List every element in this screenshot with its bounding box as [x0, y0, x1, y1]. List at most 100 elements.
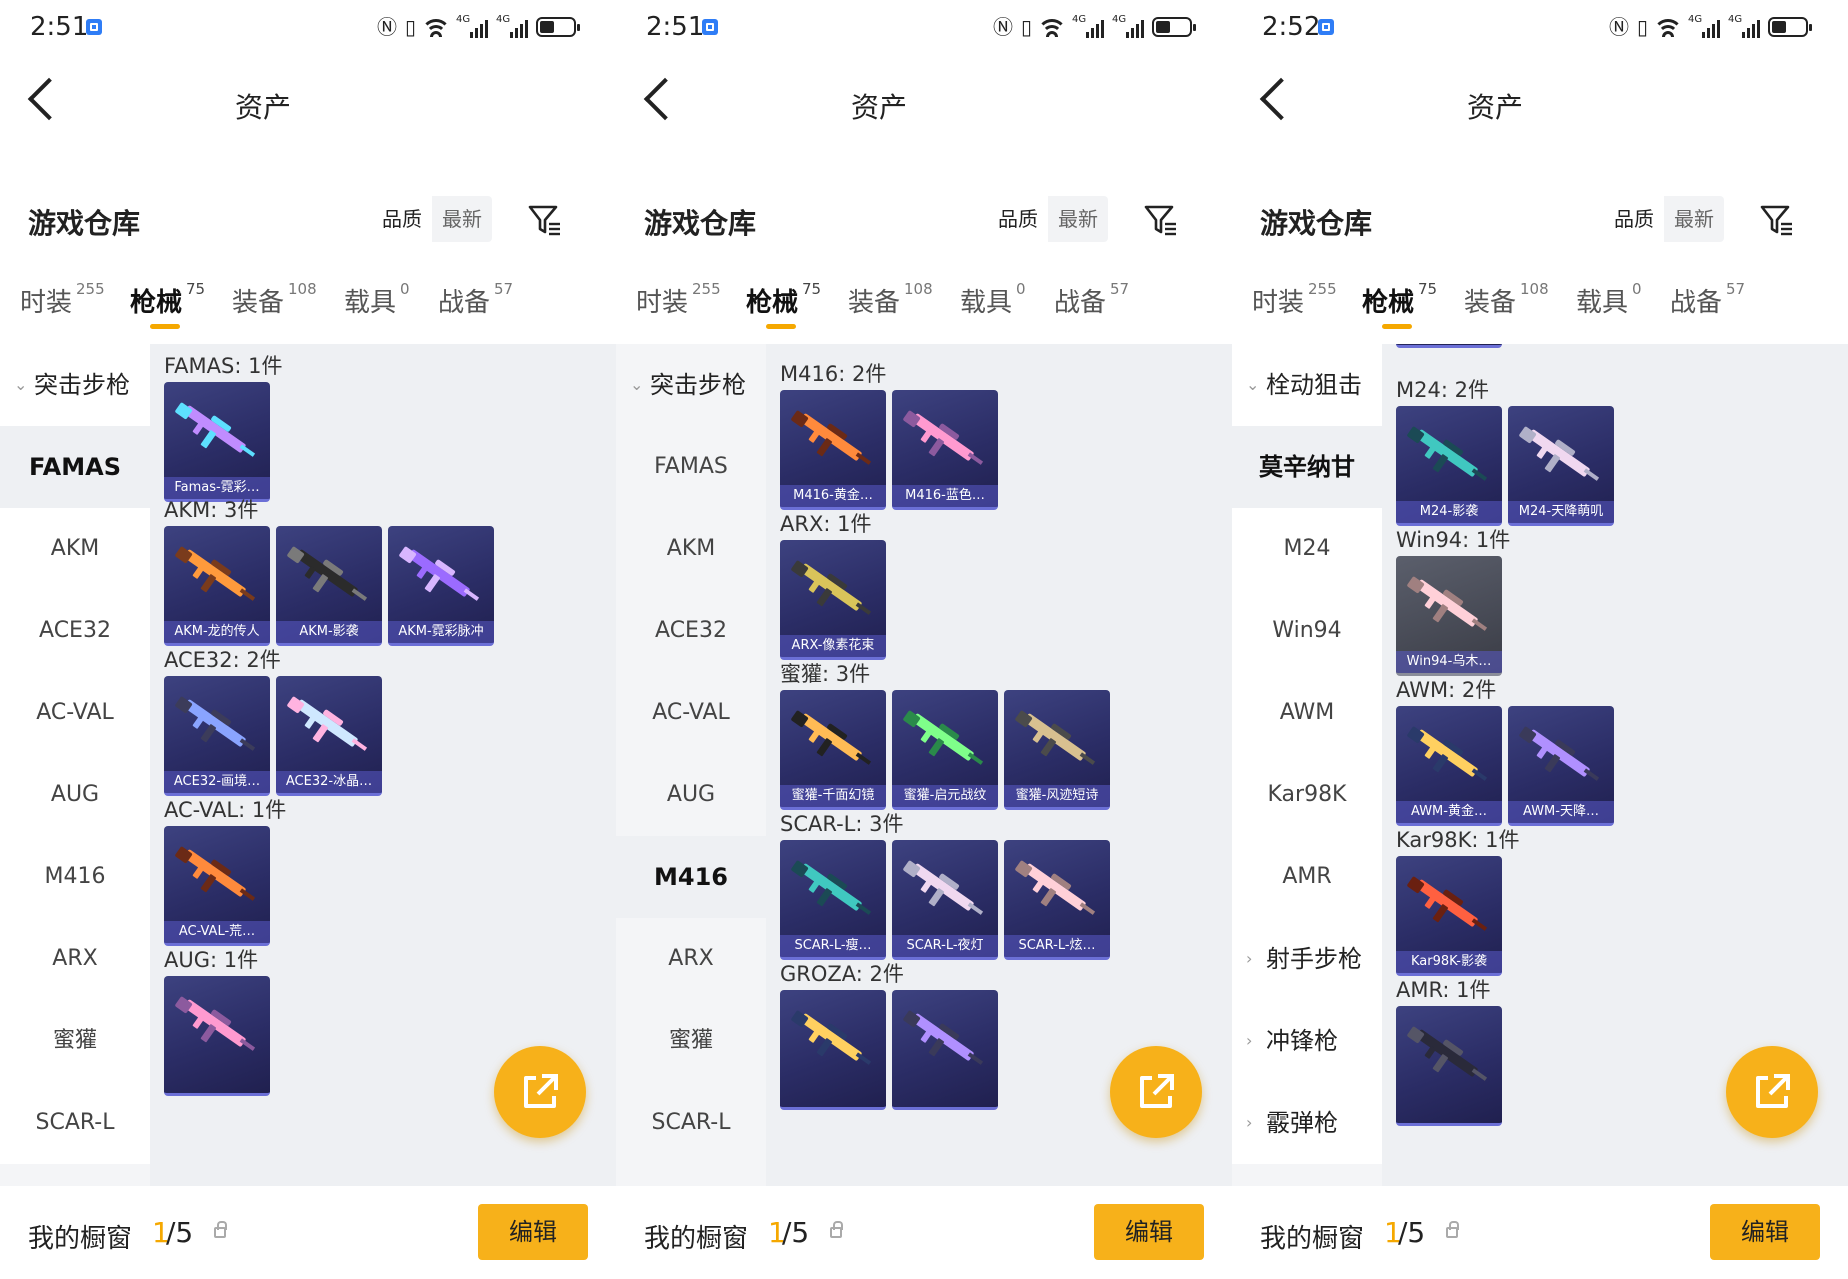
tab-2[interactable]: 装备 108 — [232, 280, 317, 319]
sidebar-item[interactable]: M416 — [616, 836, 766, 918]
weapon-card[interactable]: M416-黄金… — [780, 390, 886, 510]
sidebar-item[interactable]: AC-VAL — [0, 672, 150, 754]
sort-quality-button[interactable]: 品质 — [372, 196, 432, 242]
weapon-card[interactable]: M416-蓝色… — [892, 390, 998, 510]
sidebar-item[interactable]: ⌄ 突击步枪 — [0, 344, 150, 426]
edit-button[interactable]: 编辑 — [478, 1204, 588, 1260]
system-icons: Ⓝ ▯ 4G 4G — [377, 14, 580, 40]
weapon-card[interactable] — [780, 990, 886, 1110]
tab-0[interactable]: 时装 255 — [1252, 280, 1337, 319]
sidebar-item[interactable]: AC-VAL — [616, 672, 766, 754]
section-title: ARX: 1件 — [780, 512, 872, 536]
sidebar-item[interactable]: ACE32 — [0, 590, 150, 672]
sidebar-item[interactable]: AWM — [1232, 672, 1382, 754]
status-bar: 2:51 Ⓝ ▯ 4G 4G — [616, 0, 1232, 56]
sidebar-item[interactable]: SCAR-L — [0, 1082, 150, 1164]
tab-3[interactable]: 载具 0 — [344, 280, 410, 319]
screen-2: 2:51 Ⓝ ▯ 4G 4G 资产 游戏仓库 品质 最新 时装 255 枪械 75 装备 108 载具 0 战备 5… — [616, 0, 1232, 1279]
sort-quality-button[interactable]: 品质 — [988, 196, 1048, 242]
share-button[interactable] — [1110, 1046, 1202, 1138]
weapon-card[interactable]: SCAR-L-炫… — [1004, 840, 1110, 960]
weapon-card[interactable] — [1396, 344, 1502, 348]
weapon-name: 蜜獾-千面幻镜 — [780, 785, 886, 807]
sidebar-item[interactable]: ARX — [616, 918, 766, 1000]
tab-2[interactable]: 装备 108 — [1464, 280, 1549, 319]
weapon-card[interactable]: SCAR-L-夜灯 — [892, 840, 998, 960]
sidebar-item[interactable]: › 冲锋枪 — [1232, 1000, 1382, 1082]
sidebar-item[interactable]: 蜜獾 — [0, 1000, 150, 1082]
sidebar-item[interactable]: M416 — [0, 836, 150, 918]
sort-quality-button[interactable]: 品质 — [1604, 196, 1664, 242]
sidebar-item[interactable]: AMR — [1232, 836, 1382, 918]
sidebar-item[interactable]: 莫辛纳甘 — [1232, 426, 1382, 508]
sidebar-item[interactable]: 蜜獾 — [616, 1000, 766, 1082]
tab-count: 255 — [692, 280, 721, 298]
sidebar-item[interactable]: AUG — [616, 754, 766, 836]
weapon-card[interactable]: Famas-霓彩… — [164, 382, 270, 502]
weapon-card[interactable] — [164, 976, 270, 1096]
weapon-card[interactable]: ACE32-画境… — [164, 676, 270, 796]
weapon-card[interactable]: Kar98K-影袭 — [1396, 856, 1502, 976]
sidebar-item[interactable]: FAMAS — [616, 426, 766, 508]
tab-4[interactable]: 战备 57 — [1054, 280, 1129, 319]
weapon-card[interactable]: ACE32-冰晶… — [276, 676, 382, 796]
weapon-card[interactable]: M24-影袭 — [1396, 406, 1502, 526]
sort-latest-button[interactable]: 最新 — [1664, 196, 1724, 242]
weapon-card[interactable] — [1396, 1006, 1502, 1126]
weapon-card[interactable]: AKM-影袭 — [276, 526, 382, 646]
sidebar-item[interactable]: Kar98K — [1232, 754, 1382, 836]
tab-1[interactable]: 枪械 75 — [746, 280, 821, 319]
sidebar-item[interactable]: Win94 — [1232, 590, 1382, 672]
weapon-card[interactable]: AWM-黄金… — [1396, 706, 1502, 826]
sidebar-item[interactable]: ⌄ 突击步枪 — [616, 344, 766, 426]
sidebar-item[interactable]: M24 — [1232, 508, 1382, 590]
nfc-icon: Ⓝ — [992, 15, 1013, 39]
showcase-label: 我的橱窗 — [644, 1224, 749, 1254]
filter-icon[interactable] — [528, 204, 560, 236]
weapon-card[interactable]: AKM-龙的传人 — [164, 526, 270, 646]
share-button[interactable] — [494, 1046, 586, 1138]
weapon-card[interactable]: 蜜獾-千面幻镜 — [780, 690, 886, 810]
weapon-card[interactable]: AKM-霓彩脉冲 — [388, 526, 494, 646]
sidebar-item[interactable]: AKM — [0, 508, 150, 590]
sort-latest-button[interactable]: 最新 — [1048, 196, 1108, 242]
weapon-card[interactable]: ARX-像素花束 — [780, 540, 886, 660]
filter-icon[interactable] — [1144, 204, 1176, 236]
chevron-down-icon: ⌄ — [1246, 375, 1260, 394]
tab-1[interactable]: 枪械 75 — [130, 280, 205, 319]
sidebar-item[interactable]: ARX — [0, 918, 150, 1000]
weapon-card[interactable]: 蜜獾-启元战纹 — [892, 690, 998, 810]
edit-button[interactable]: 编辑 — [1094, 1204, 1204, 1260]
tab-3[interactable]: 载具 0 — [960, 280, 1026, 319]
sidebar-item[interactable]: FAMAS — [0, 426, 150, 508]
edit-button[interactable]: 编辑 — [1710, 1204, 1820, 1260]
sidebar-item[interactable]: SCAR-L — [616, 1082, 766, 1164]
tab-2[interactable]: 装备 108 — [848, 280, 933, 319]
weapon-sidebar: ⌄ 突击步枪 FAMAS AKM ACE32 AC-VAL AUG M416 ARX 蜜獾 SCAR… — [0, 344, 150, 1186]
weapon-card[interactable]: AWM-天降… — [1508, 706, 1614, 826]
weapon-card[interactable]: AC-VAL-荒… — [164, 826, 270, 946]
tab-1[interactable]: 枪械 75 — [1362, 280, 1437, 319]
tab-0[interactable]: 时装 255 — [636, 280, 721, 319]
sidebar-item[interactable]: AUG — [0, 754, 150, 836]
share-button[interactable] — [1726, 1046, 1818, 1138]
weapon-name: 蜜獾-风迹短诗 — [1004, 785, 1110, 807]
sidebar-item[interactable]: › 射手步枪 — [1232, 918, 1382, 1000]
sidebar-item[interactable]: › 霰弹枪 — [1232, 1082, 1382, 1164]
weapon-card[interactable] — [892, 990, 998, 1110]
filter-icon[interactable] — [1760, 204, 1792, 236]
tab-3[interactable]: 载具 0 — [1576, 280, 1642, 319]
weapon-card[interactable]: 蜜獾-风迹短诗 — [1004, 690, 1110, 810]
sort-latest-button[interactable]: 最新 — [432, 196, 492, 242]
weapon-icon — [1015, 860, 1096, 915]
tab-4[interactable]: 战备 57 — [438, 280, 513, 319]
tab-4[interactable]: 战备 57 — [1670, 280, 1745, 319]
tab-0[interactable]: 时装 255 — [20, 280, 105, 319]
weapon-card[interactable]: M24-天降萌叽 — [1508, 406, 1614, 526]
weapon-card[interactable]: Win94-乌木… — [1396, 556, 1502, 676]
sidebar-item-label: ARX — [52, 946, 98, 971]
sidebar-item[interactable]: AKM — [616, 508, 766, 590]
sidebar-item[interactable]: ACE32 — [616, 590, 766, 672]
weapon-card[interactable]: SCAR-L-瘦… — [780, 840, 886, 960]
sidebar-item[interactable]: ⌄ 栓动狙击 — [1232, 344, 1382, 426]
